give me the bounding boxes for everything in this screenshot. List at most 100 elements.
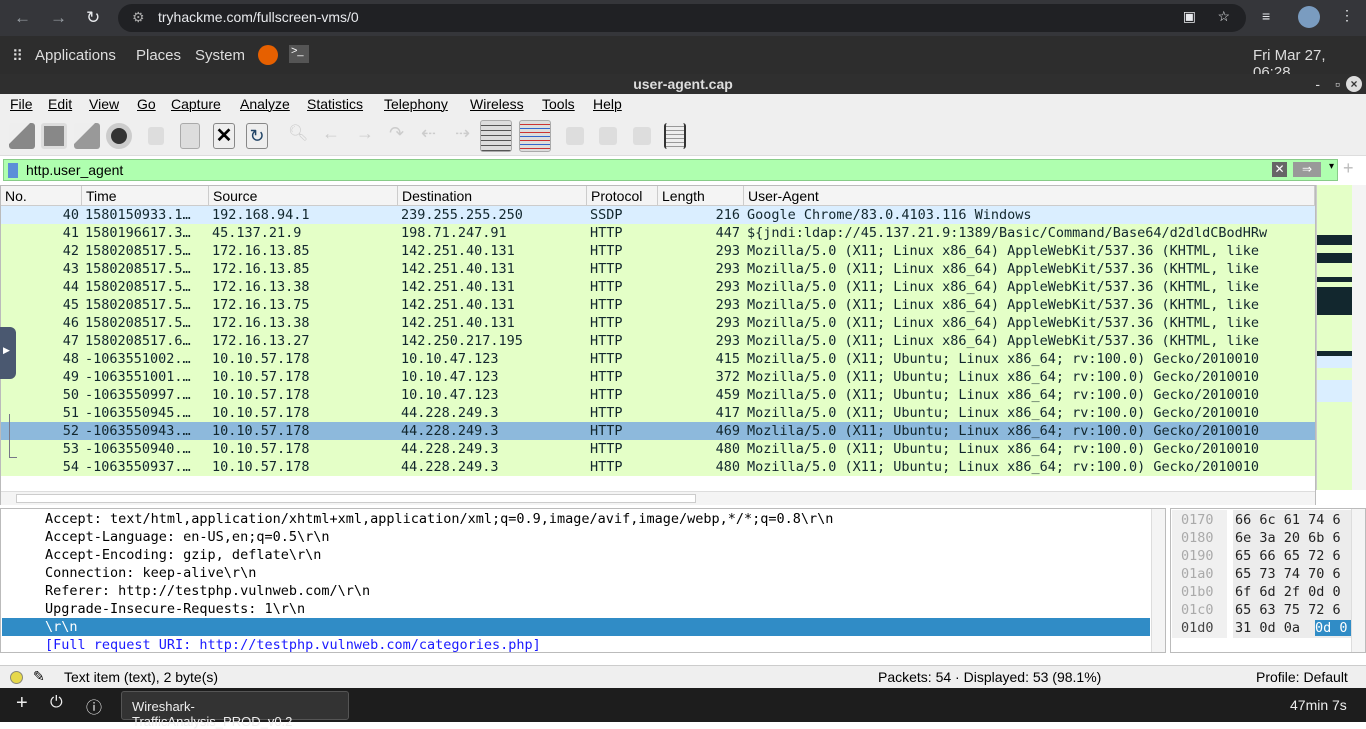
bookmark-star-icon[interactable]: ☆ xyxy=(1217,8,1230,25)
save-file-icon[interactable] xyxy=(180,123,200,149)
normal-size-icon[interactable] xyxy=(633,127,651,145)
profile-indicator[interactable]: Profile: Default xyxy=(1256,669,1348,685)
full-request-uri-link[interactable]: [Full request URI: http://testphp.vulnwe… xyxy=(2,636,1150,652)
bytes-scrollbar[interactable] xyxy=(1351,509,1365,652)
column-header-no[interactable]: No. xyxy=(1,186,82,206)
packet-row[interactable]: 44 1580208517.5… 172.16.13.38 142.251.40.13… xyxy=(1,278,1315,296)
hex-bytes[interactable]: 65 73 74 70 6 xyxy=(1235,566,1341,582)
last-packet-icon[interactable]: ⇢ xyxy=(455,123,481,149)
stop-capture-icon[interactable] xyxy=(41,123,67,149)
menu-file[interactable]: File xyxy=(10,96,33,112)
autoscroll-icon[interactable] xyxy=(480,120,512,152)
hex-bytes[interactable]: 65 63 75 72 6 xyxy=(1235,602,1341,618)
clear-filter-icon[interactable]: ✕ xyxy=(1272,162,1287,177)
menu-statistics[interactable]: Statistics xyxy=(307,96,363,112)
filter-dropdown-icon[interactable]: ▾ xyxy=(1329,161,1334,172)
avatar[interactable] xyxy=(1298,6,1320,28)
zoom-in-icon[interactable] xyxy=(566,127,584,145)
close-icon[interactable]: × xyxy=(1346,76,1362,92)
firefox-icon[interactable] xyxy=(258,45,278,65)
forward-icon[interactable]: → xyxy=(50,8,67,28)
detail-line-selected[interactable]: \r\n xyxy=(2,618,1150,636)
packet-row[interactable]: 48 -1063551002.… 10.10.57.178 10.10.47.123 H… xyxy=(1,350,1315,368)
bookmark-icon[interactable] xyxy=(8,163,18,178)
packet-row[interactable]: 40 1580150933.1… 192.168.94.1 239.255.255.2… xyxy=(1,206,1315,224)
add-icon[interactable]: + xyxy=(16,692,28,715)
zoom-out-icon[interactable] xyxy=(599,127,617,145)
menu-analyze[interactable]: Analyze xyxy=(240,96,290,112)
hex-bytes[interactable]: 66 6c 61 74 6 xyxy=(1235,512,1341,528)
hex-bytes[interactable]: 65 66 65 72 6 xyxy=(1235,548,1341,564)
menu-edit[interactable]: Edit xyxy=(48,96,72,112)
packet-minimap[interactable] xyxy=(1316,185,1353,490)
column-header-protocol[interactable]: Protocol xyxy=(587,186,658,206)
go-forward-icon[interactable]: → xyxy=(356,123,382,149)
packet-row[interactable]: 42 1580208517.5… 172.16.13.85 142.251.40.13… xyxy=(1,242,1315,260)
side-panel-handle[interactable]: ▶ xyxy=(0,327,16,379)
hex-bytes[interactable]: 6e 3a 20 6b 6 xyxy=(1235,530,1341,546)
packet-row[interactable]: 53 -1063550940.… 10.10.57.178 44.228.249.3 H… xyxy=(1,440,1315,458)
reload-file-icon[interactable]: ↻ xyxy=(246,123,268,149)
column-header-source[interactable]: Source xyxy=(209,186,398,206)
detail-line[interactable]: Accept: text/html,application/xhtml+xml,… xyxy=(2,510,1150,528)
maximize-icon[interactable]: ▫ xyxy=(1335,74,1340,94)
hex-bytes-selected[interactable]: 0d 0 xyxy=(1315,620,1351,636)
menu-view[interactable]: View xyxy=(89,96,119,112)
colorize-icon[interactable] xyxy=(519,120,551,152)
packet-row[interactable]: 45 1580208517.5… 172.16.13.75 142.251.40.13… xyxy=(1,296,1315,314)
find-packet-icon[interactable]: 🔍︎ xyxy=(288,123,314,149)
packet-row[interactable]: 50 -1063550997.… 10.10.57.178 10.10.47.123 H… xyxy=(1,386,1315,404)
system-menu[interactable]: System xyxy=(195,47,245,64)
menu-help[interactable]: Help xyxy=(593,96,622,112)
minimize-icon[interactable]: ‐ xyxy=(1315,74,1320,94)
address-bar[interactable]: ⚙ tryhackme.com/fullscreen-vms/0 ▣ ☆ xyxy=(118,4,1246,32)
details-scrollbar[interactable] xyxy=(1151,509,1165,652)
back-icon[interactable]: ← xyxy=(14,8,31,28)
menu-telephony[interactable]: Telephony xyxy=(384,96,448,112)
packet-row[interactable]: 43 1580208517.5… 172.16.13.85 142.251.40.13… xyxy=(1,260,1315,278)
menu-go[interactable]: Go xyxy=(137,96,156,112)
go-back-icon[interactable]: ← xyxy=(322,123,348,149)
edit-comment-icon[interactable]: ✎ xyxy=(33,668,45,685)
expert-info-icon[interactable] xyxy=(10,671,23,684)
hex-bytes[interactable]: 31 0d 0a xyxy=(1235,620,1308,636)
hex-bytes[interactable]: 6f 6d 2f 0d 0 xyxy=(1235,584,1341,600)
open-file-icon[interactable] xyxy=(148,127,164,145)
packet-row[interactable]: 51 -1063550945.… 10.10.57.178 44.228.249.3 H… xyxy=(1,404,1315,422)
packet-row[interactable]: 41 1580196617.3… 45.137.21.9 198.71.247.91 H… xyxy=(1,224,1315,242)
restart-capture-icon[interactable] xyxy=(74,123,100,149)
places-menu[interactable]: Places xyxy=(136,47,181,64)
menu-wireless[interactable]: Wireless xyxy=(470,96,524,112)
resize-columns-icon[interactable] xyxy=(664,123,686,149)
taskbar-window-button[interactable]: Wireshark-TrafficAnalysis_PROD_v0.2 xyxy=(121,691,349,729)
menu-tools[interactable]: Tools xyxy=(542,96,575,112)
reload-icon[interactable]: ↻ xyxy=(86,8,100,28)
close-file-icon[interactable]: ✕ xyxy=(213,123,235,149)
go-to-packet-icon[interactable]: ↷ xyxy=(389,123,415,149)
applications-menu[interactable]: Applications xyxy=(35,47,116,64)
menu-icon[interactable]: ⋮ xyxy=(1340,7,1354,24)
detail-line[interactable]: Referer: http://testphp.vulnweb.com/\r\n xyxy=(2,582,1150,600)
packet-row-selected[interactable]: 52 -1063550943.… 10.10.57.178 44.228.249.3 H… xyxy=(1,422,1315,440)
scrollbar-thumb[interactable] xyxy=(16,494,696,503)
column-header-length[interactable]: Length xyxy=(658,186,744,206)
packet-row[interactable]: 46 1580208517.5… 172.16.13.38 142.251.40.13… xyxy=(1,314,1315,332)
column-header-destination[interactable]: Destination xyxy=(398,186,587,206)
display-filter-input[interactable]: http.user_agent ✕ ⇒ ▾ xyxy=(3,159,1338,181)
packet-row[interactable]: 47 1580208517.6… 172.16.13.27 142.250.217.1… xyxy=(1,332,1315,350)
first-packet-icon[interactable]: ⇠ xyxy=(421,123,447,149)
tab-search-icon[interactable]: ≡ xyxy=(1262,8,1270,24)
site-info-icon[interactable]: ⚙ xyxy=(132,9,145,26)
detail-line[interactable]: Upgrade-Insecure-Requests: 1\r\n xyxy=(2,600,1150,618)
detail-line[interactable]: Connection: keep-alive\r\n xyxy=(2,564,1150,582)
packet-row[interactable]: 54 -1063550937.… 10.10.57.178 44.228.249.3 H… xyxy=(1,458,1315,476)
power-icon[interactable]: ⏻ xyxy=(50,694,63,712)
detail-line[interactable]: Accept-Encoding: gzip, deflate\r\n xyxy=(2,546,1150,564)
menu-capture[interactable]: Capture xyxy=(171,96,221,112)
start-capture-icon[interactable] xyxy=(9,123,35,149)
packet-row[interactable]: 49 -1063551001.… 10.10.57.178 10.10.47.123 H… xyxy=(1,368,1315,386)
detail-line[interactable]: Accept-Language: en-US,en;q=0.5\r\n xyxy=(2,528,1150,546)
vertical-scrollbar[interactable] xyxy=(1352,185,1366,490)
apply-filter-icon[interactable]: ⇒ xyxy=(1293,162,1321,177)
horizontal-scrollbar[interactable] xyxy=(1,491,1315,505)
